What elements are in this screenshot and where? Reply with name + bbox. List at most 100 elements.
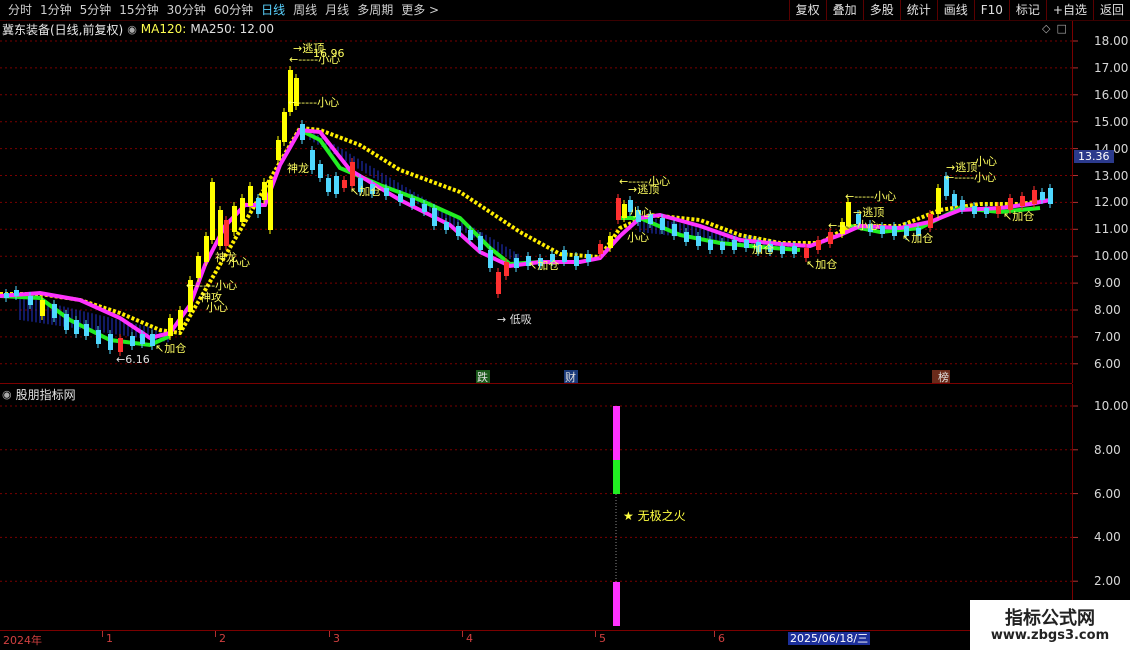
candle-body — [792, 246, 797, 254]
candle-body — [598, 244, 603, 254]
candle-body — [262, 182, 267, 200]
price-tick-label: 13.00 — [1094, 168, 1129, 183]
date-label-may: 5 — [599, 632, 606, 645]
candle-body — [1032, 190, 1037, 204]
current-price-tag: 13.36 — [1074, 150, 1114, 163]
candle-body — [334, 176, 339, 194]
candle-body — [514, 258, 519, 268]
candle-body — [996, 206, 1001, 214]
candle-body — [432, 208, 437, 226]
date-axis: 2024年 1 2 3 4 5 6 — [0, 631, 1072, 647]
candle-body — [708, 240, 713, 250]
indicator-tick-label: 2.00 — [1094, 574, 1121, 589]
candle-body — [342, 180, 347, 188]
date-tick — [462, 631, 463, 637]
price-tick-label: 16.00 — [1094, 87, 1129, 102]
price-tick-label: 6.00 — [1094, 356, 1121, 371]
date-label-jun: 6 — [718, 632, 725, 645]
candle-body — [960, 200, 965, 210]
date-tick — [714, 631, 715, 637]
indicator-chart[interactable]: ★ 无极之火 — [0, 384, 1072, 630]
candle-body — [196, 256, 201, 278]
candle-body — [300, 124, 305, 140]
candle-body — [1040, 192, 1045, 200]
candle-body — [1048, 188, 1053, 204]
careful-label-7: 小心 — [630, 206, 652, 219]
indicator-tick-label: 10.00 — [1094, 399, 1129, 413]
price-tick-label: 11.00 — [1094, 222, 1129, 237]
add-label-6: ↖加仓 — [902, 231, 933, 245]
date-label-jan: 1 — [106, 632, 113, 645]
candle-body — [40, 300, 45, 316]
back-button[interactable]: 返回 — [1092, 0, 1130, 20]
candle-body — [608, 236, 613, 248]
candle-body — [326, 178, 331, 192]
indicator-tick-label: 8.00 — [1094, 442, 1121, 457]
candle-body — [744, 240, 749, 248]
event-markers: 跌 财 榜 — [476, 370, 950, 383]
date-label-feb: 2 — [219, 632, 226, 645]
watermark-url: www.zbgs3.com — [990, 628, 1110, 643]
price-tick-label: 18.00 — [1094, 34, 1129, 48]
candle-body — [892, 226, 897, 236]
kline-chart[interactable]: ←6.16 ↖加仓 ←-----小心 小心 神攻 神龙 小心 →逃顶 16.96… — [0, 0, 1072, 383]
indicator-bar-bottom — [613, 582, 620, 626]
candle-body — [84, 324, 89, 336]
candle-body — [816, 240, 821, 250]
candle-body — [64, 314, 69, 330]
price-tick-label: 7.00 — [1094, 329, 1121, 344]
candle-body — [468, 230, 473, 240]
price-tick-label: 10.00 — [1094, 249, 1129, 264]
add-label-3: ↖加仓 — [528, 258, 559, 272]
candle-body — [732, 240, 737, 250]
add-label-4: 加仓 — [752, 242, 774, 256]
candle-body — [350, 162, 355, 186]
careful-label-12: ←-----小心 — [945, 171, 996, 184]
date-label-mar: 3 — [333, 632, 340, 645]
event-cai-label: 财 — [565, 370, 576, 383]
add-label-1: ↖加仓 — [155, 341, 186, 355]
indicator-bar-green — [613, 460, 620, 494]
watermark-title: 指标公式网 — [1005, 608, 1095, 629]
candle-body — [720, 242, 725, 250]
candle-body — [310, 150, 315, 170]
price-tick-label: 17.00 — [1094, 60, 1129, 75]
event-die-label: 跌 — [477, 370, 488, 383]
date-label-apr: 4 — [466, 632, 473, 645]
date-label-year: 2024年 — [3, 634, 42, 647]
dragon-label-2: 神龙 — [287, 161, 309, 175]
candle-body — [496, 272, 501, 294]
candle-body — [1008, 198, 1013, 210]
candle-body — [232, 206, 237, 232]
candle-body — [384, 188, 389, 196]
price-tick-label: 9.00 — [1094, 276, 1121, 291]
add-label-2: ↖加仓 — [350, 184, 381, 198]
attack-label: 神攻 — [200, 290, 222, 304]
candle-body — [210, 182, 215, 240]
date-tick — [329, 631, 330, 637]
indicator-signal-label: ★ 无极之火 — [623, 509, 686, 523]
indicator-gridlines — [0, 405, 1072, 582]
candle-body — [256, 198, 261, 214]
candle-body — [218, 210, 223, 246]
candle-body — [268, 180, 273, 230]
candle-body — [562, 250, 567, 262]
careful-label-9: ←-----小心 — [845, 190, 896, 203]
candle-body — [224, 220, 229, 246]
careful-label-3: 小心 — [228, 256, 250, 269]
candle-body — [684, 232, 689, 242]
candle-body — [28, 296, 33, 305]
candle-body — [410, 198, 415, 206]
candle-body — [108, 334, 113, 350]
candle-body — [444, 222, 449, 230]
price-tick-label: 12.00 — [1094, 195, 1129, 210]
candle-body — [240, 198, 245, 222]
candle-body — [952, 194, 957, 206]
candle-body — [616, 198, 621, 220]
candle-body — [130, 336, 135, 346]
candle-body — [318, 164, 323, 178]
candle-body — [178, 310, 183, 330]
candle-body — [880, 226, 885, 234]
cursor-date-label: 2025/06/18/三 — [788, 632, 871, 645]
candle-body — [276, 140, 281, 160]
